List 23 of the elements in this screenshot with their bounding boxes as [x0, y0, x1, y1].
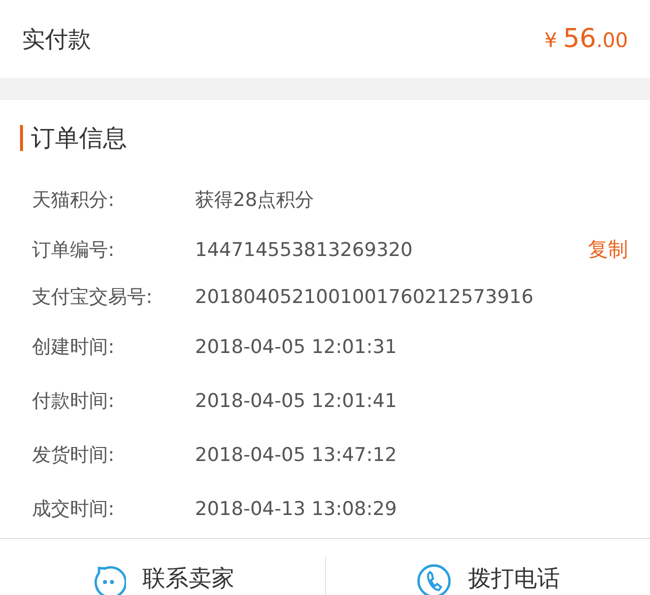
info-label: 支付宝交易号:	[32, 284, 154, 310]
section-accent-bar	[20, 125, 23, 151]
info-label: 天猫积分:	[32, 188, 116, 213]
info-value: 2018-04-13 13:08:29	[195, 498, 398, 520]
price-decimal: .00	[596, 28, 628, 52]
info-value: 144714553813269320	[195, 238, 414, 260]
info-value: 2018-04-05 12:01:31	[195, 336, 398, 358]
info-value: 2018040521001001760212573916	[195, 286, 534, 308]
phone-icon	[416, 563, 452, 595]
info-label: 发货时间:	[32, 443, 116, 468]
currency-symbol: ¥	[544, 28, 558, 52]
contact-seller-button[interactable]: 联系卖家	[0, 539, 324, 595]
section-title: 订单信息	[31, 123, 127, 154]
price-integer: 56	[563, 24, 596, 54]
info-label: 付款时间:	[32, 389, 116, 414]
info-label: 订单编号:	[32, 238, 116, 262]
info-label: 成交时间:	[32, 497, 116, 522]
info-value: 获得28点积分	[195, 188, 316, 213]
call-button[interactable]: 拨打电话	[326, 539, 650, 595]
info-label: 创建时间:	[32, 335, 116, 360]
info-value: 2018-04-05 13:47:12	[195, 444, 398, 466]
info-value: 2018-04-05 12:01:41	[195, 390, 398, 412]
amount-paid-label: 实付款	[22, 26, 91, 54]
